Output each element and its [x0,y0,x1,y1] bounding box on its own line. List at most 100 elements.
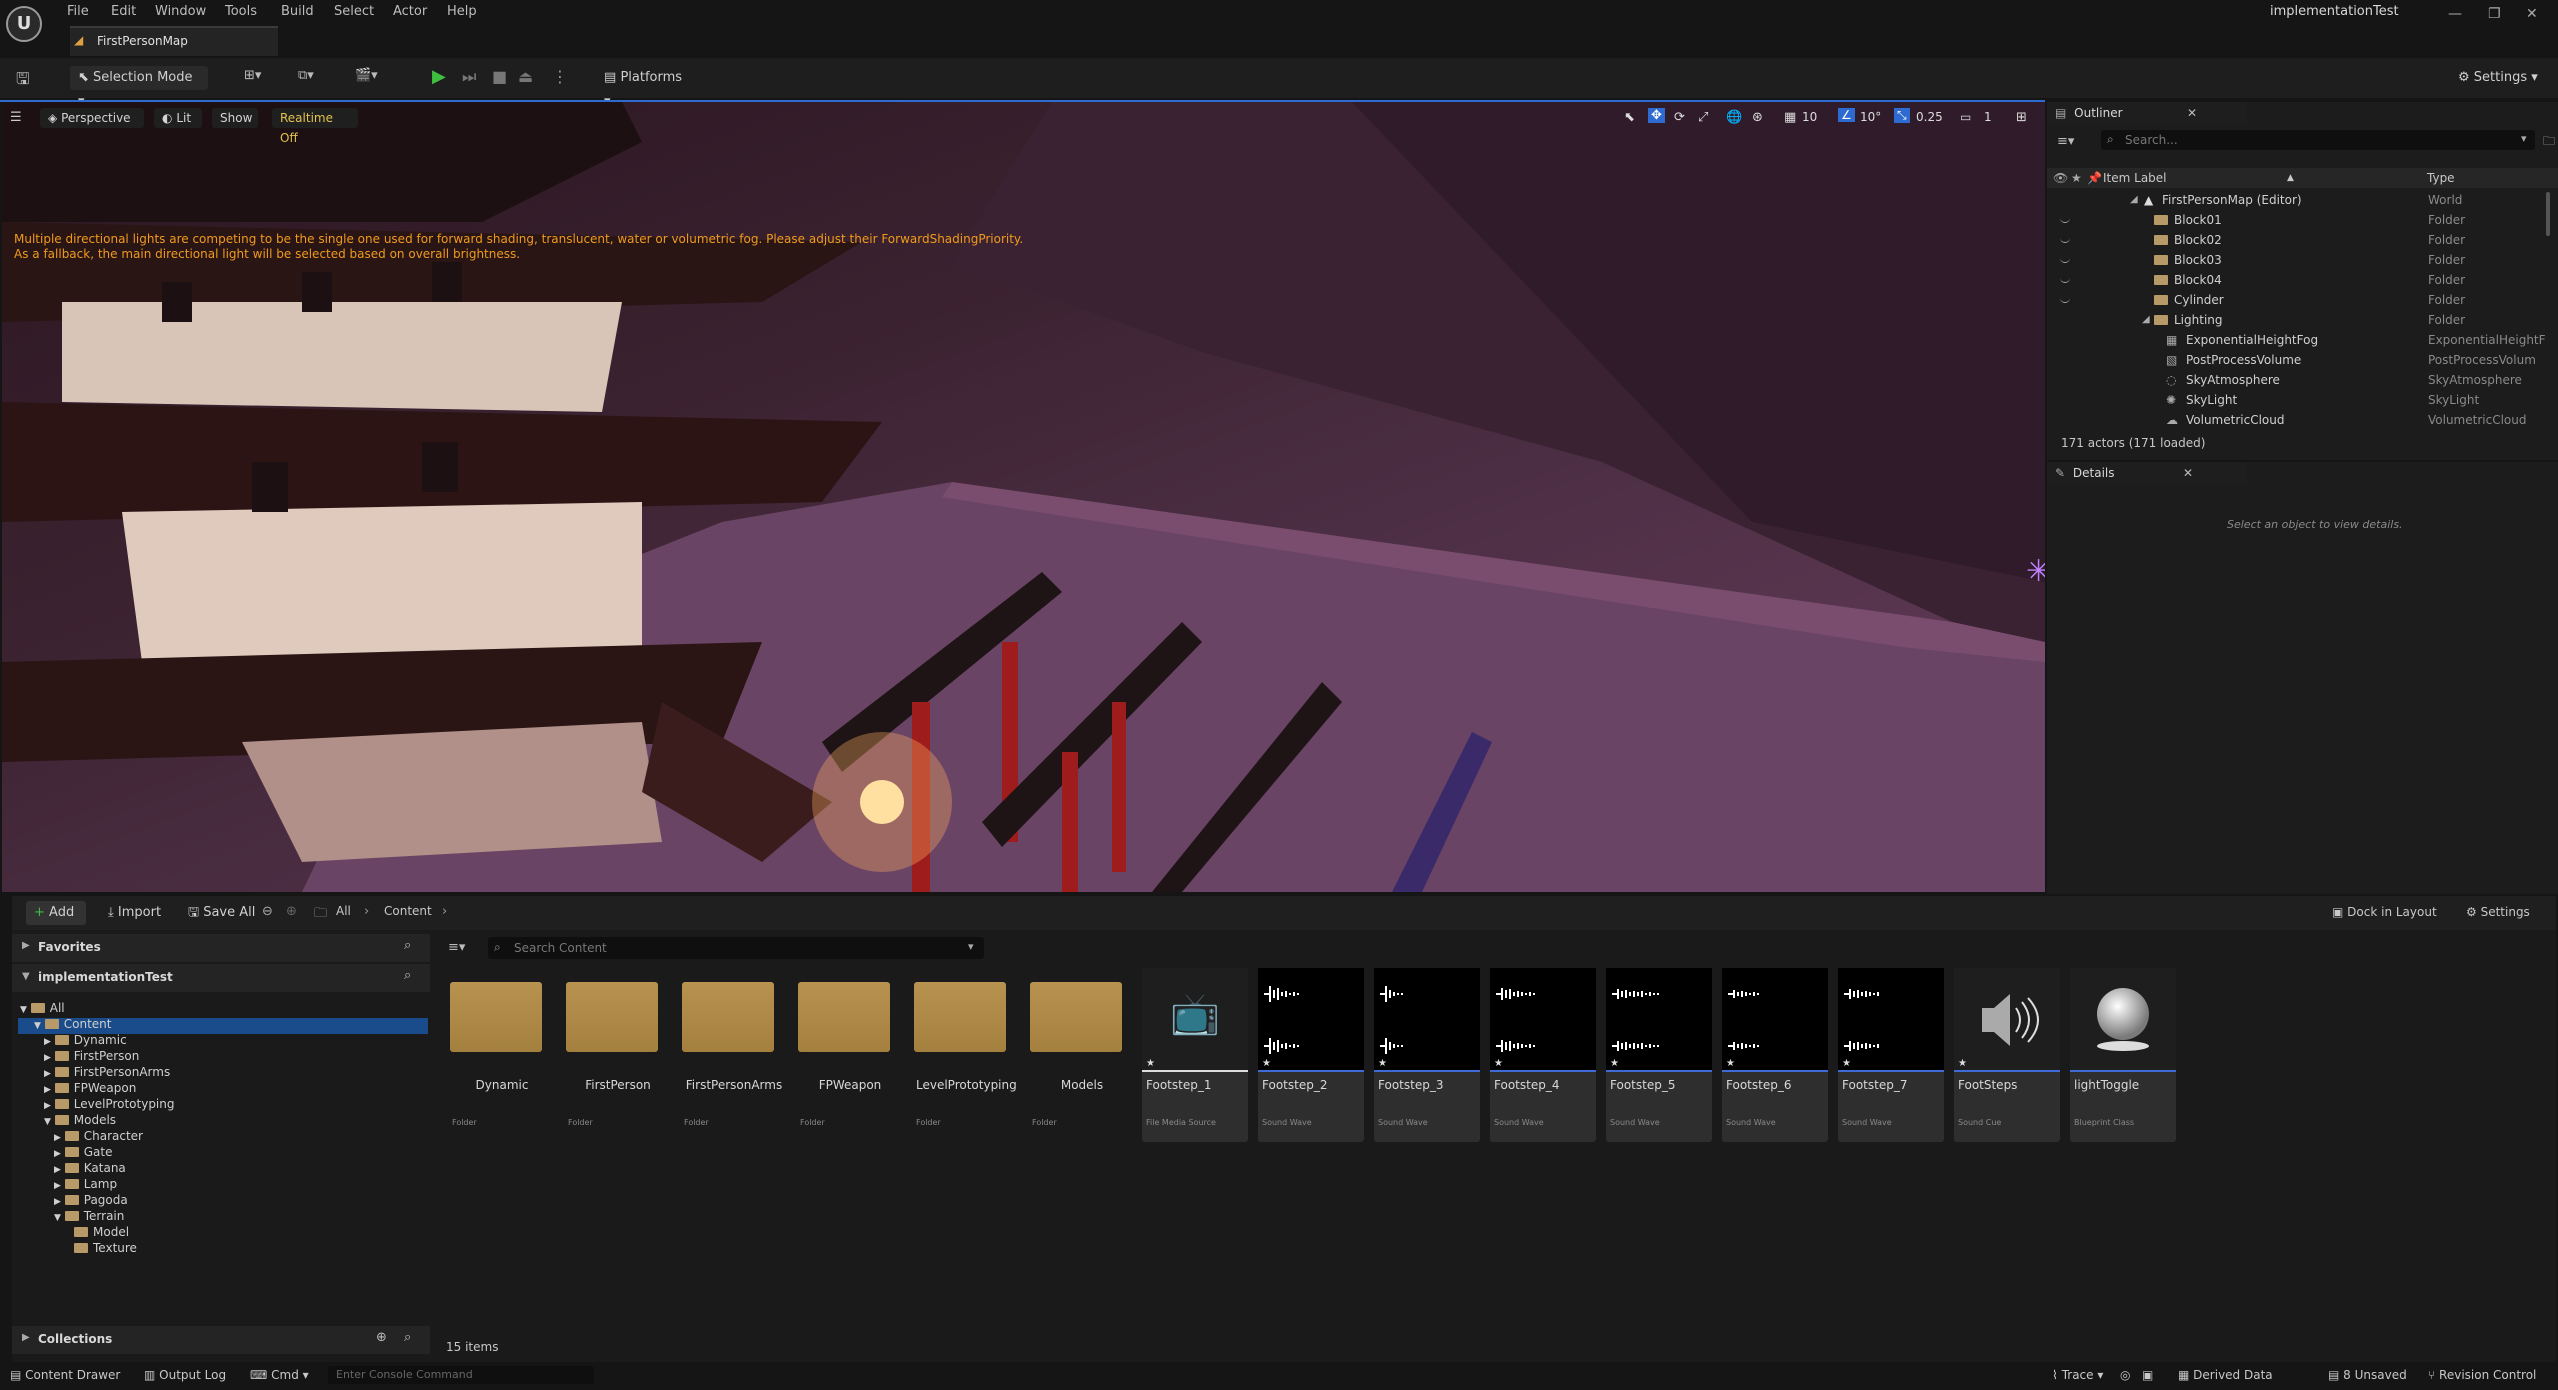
star-icon[interactable]: ★ [1610,1058,1619,1069]
menu-build[interactable]: Build [281,4,314,19]
light-source-icon[interactable]: ✳ [2026,554,2045,589]
lit-button[interactable]: ◐ Lit [154,108,202,128]
camera-speed-value[interactable]: 1 [1984,110,1992,124]
rotation-snap-icon[interactable]: ∠ [1838,108,1855,122]
rotation-snap-value[interactable]: 10° [1860,110,1881,124]
outliner-row-actor[interactable]: ☁ VolumetricCloud VolumetricCloud [2050,410,2550,426]
outliner-row-folder[interactable]: Block03 Folder [2050,250,2550,270]
filter-icon[interactable]: ≡▾ [448,940,465,955]
stop-icon[interactable]: ■ [492,67,507,86]
asset-folder[interactable]: FirstPersonArms Folder [680,968,786,1142]
select-tool-icon[interactable]: ⬉ [1624,110,1635,125]
add-collection-icon[interactable]: ⊕ [376,1330,387,1345]
add-folder-icon[interactable]: 🗀 [2543,132,2555,153]
menu-window[interactable]: Window [155,4,206,19]
minimize-icon[interactable]: — [2448,6,2462,22]
move-tool-icon[interactable]: ✥ [1648,108,1665,123]
rotate-tool-icon[interactable]: ⟳ [1674,110,1685,125]
scale-tool-icon[interactable]: ⤢ [1698,110,1708,125]
camera-speed-icon[interactable]: ▭ [1960,110,1971,124]
asset-sound-wave[interactable]: ★ Footstep_3 Sound Wave [1374,968,1480,1142]
visibility-icon[interactable] [2060,256,2070,263]
visibility-icon[interactable] [2060,276,2070,283]
dock-in-layout-button[interactable]: ▣ Dock in Layout [2332,905,2437,919]
asset-sound-wave[interactable]: ★ Footstep_5 Sound Wave [1606,968,1712,1142]
restore-icon[interactable]: ❐ [2488,6,2501,22]
visibility-icon[interactable] [2060,216,2070,223]
viewport-layout-icon[interactable]: ⊞ [2016,110,2027,125]
scale-snap-value[interactable]: 0.25 [1916,110,1943,124]
realtime-button[interactable]: Realtime Off [272,108,358,145]
eject-icon[interactable]: ⏏ [518,67,533,86]
import-button[interactable]: ⤓ Import [100,901,180,925]
search-icon[interactable]: ⌕ [404,968,411,983]
menu-select[interactable]: Select [334,4,374,19]
output-log-button[interactable]: ▥ Output Log [144,1368,226,1382]
expand-arrow-icon[interactable]: ◢ [2130,190,2138,210]
outliner-row-folder[interactable]: Block02 Folder [2050,230,2550,250]
asset-folder[interactable]: Models Folder [1028,968,1134,1142]
trace-button[interactable]: ⌇ Trace ▾ [2052,1368,2103,1382]
asset-media-source[interactable]: 📺 ★ Footstep_1 File Media Source [1142,968,1248,1142]
outliner-row-folder[interactable]: Block01 Folder [2050,210,2550,230]
outliner-row-actor[interactable]: ✺ SkyLight SkyLight [2050,390,2550,410]
asset-folder[interactable]: Dynamic Folder [448,968,554,1142]
breadcrumb-all[interactable]: All [336,904,351,918]
asset-sound-wave[interactable]: ★ Footstep_6 Sound Wave [1722,968,1828,1142]
close-details-icon[interactable]: ✕ [2183,462,2193,484]
grid-snap-value[interactable]: 10 [1802,110,1817,124]
details-tab[interactable]: ✎ Details ✕ [2047,462,2247,484]
favorites-header[interactable]: ▶ Favorites ⌕ [12,934,430,962]
outliner-tab[interactable]: ▤ Outliner ✕ [2047,102,2247,124]
visibility-icon[interactable] [2060,236,2070,243]
search-icon[interactable]: ⌕ [404,1330,411,1345]
search-icon[interactable]: ⌕ [404,938,411,953]
content-search-input[interactable]: ⌕ Search Content ▾ [488,937,984,959]
revision-control-button[interactable]: ⑂ Revision Control [2428,1368,2536,1382]
asset-folder[interactable]: FPWeapon Folder [796,968,902,1142]
forward-icon[interactable]: ⊕ [286,904,297,919]
close-outliner-icon[interactable]: ✕ [2187,102,2197,124]
asset-sound-wave[interactable]: ★ Footstep_2 Sound Wave [1258,968,1364,1142]
collections-header[interactable]: ▶ Collections ⊕ ⌕ [12,1326,430,1354]
outliner-row-folder[interactable]: ◢ Lighting Folder [2050,310,2550,330]
back-icon[interactable]: ⊖ [262,904,273,919]
tree-item[interactable]: Texture [74,1240,137,1256]
item-label-column[interactable]: Item Label [2103,168,2167,188]
asset-folder[interactable]: FirstPerson Folder [564,968,670,1142]
star-icon[interactable]: ★ [1146,1058,1155,1069]
outliner-row-actor[interactable]: ▧ PostProcessVolume PostProcessVolum [2050,350,2550,370]
close-window-icon[interactable]: ✕ [2526,6,2538,22]
console-input[interactable]: Enter Console Command [328,1366,594,1384]
unreal-logo-icon[interactable]: U [6,6,42,42]
world-space-icon[interactable]: 🌐 [1726,110,1742,125]
visibility-column-icon[interactable]: 👁 [2053,168,2068,188]
star-column-icon[interactable]: ★ [2071,168,2082,188]
star-icon[interactable]: ★ [1378,1058,1387,1069]
cb-settings-button[interactable]: ⚙ Settings [2466,905,2530,919]
filter-icon[interactable]: ≡▾ [2057,134,2074,149]
add-button[interactable]: + Add [26,901,86,925]
surface-snap-icon[interactable]: ⊛ [1752,110,1763,125]
show-button[interactable]: Show [212,108,258,128]
record-icon[interactable]: ◎ [2120,1368,2130,1382]
outliner-row-world[interactable]: ◢ ▲ FirstPersonMap (Editor) World [2050,190,2550,210]
level-tab[interactable]: ◢ FirstPersonMap [70,26,278,56]
menu-tools[interactable]: Tools [225,4,257,19]
star-icon[interactable]: ★ [1958,1058,1967,1069]
cmd-dropdown[interactable]: ⌨ Cmd ▾ [250,1368,309,1382]
star-icon[interactable]: ★ [1842,1058,1851,1069]
asset-sound-cue[interactable]: ★ FootSteps Sound Cue [1954,968,2060,1142]
cinematics-icon[interactable]: 🎬▾ [355,68,378,83]
scale-snap-icon[interactable]: ⤡ [1894,108,1910,123]
perspective-button[interactable]: ◈ Perspective [40,108,144,128]
project-header[interactable]: ▼ implementationTest ⌕ [12,964,430,992]
platforms-dropdown[interactable]: ▤ Platforms ▾ [596,66,696,109]
menu-edit[interactable]: Edit [111,4,136,19]
derived-data-button[interactable]: ▦ Derived Data [2178,1368,2273,1382]
blueprints-icon[interactable]: ⧉▾ [298,68,314,83]
folder-nav-icon[interactable]: 🗀 [314,904,327,926]
star-icon[interactable]: ★ [1726,1058,1735,1069]
grid-snap-icon[interactable]: ▦ [1784,110,1796,125]
menu-help[interactable]: Help [447,4,477,19]
